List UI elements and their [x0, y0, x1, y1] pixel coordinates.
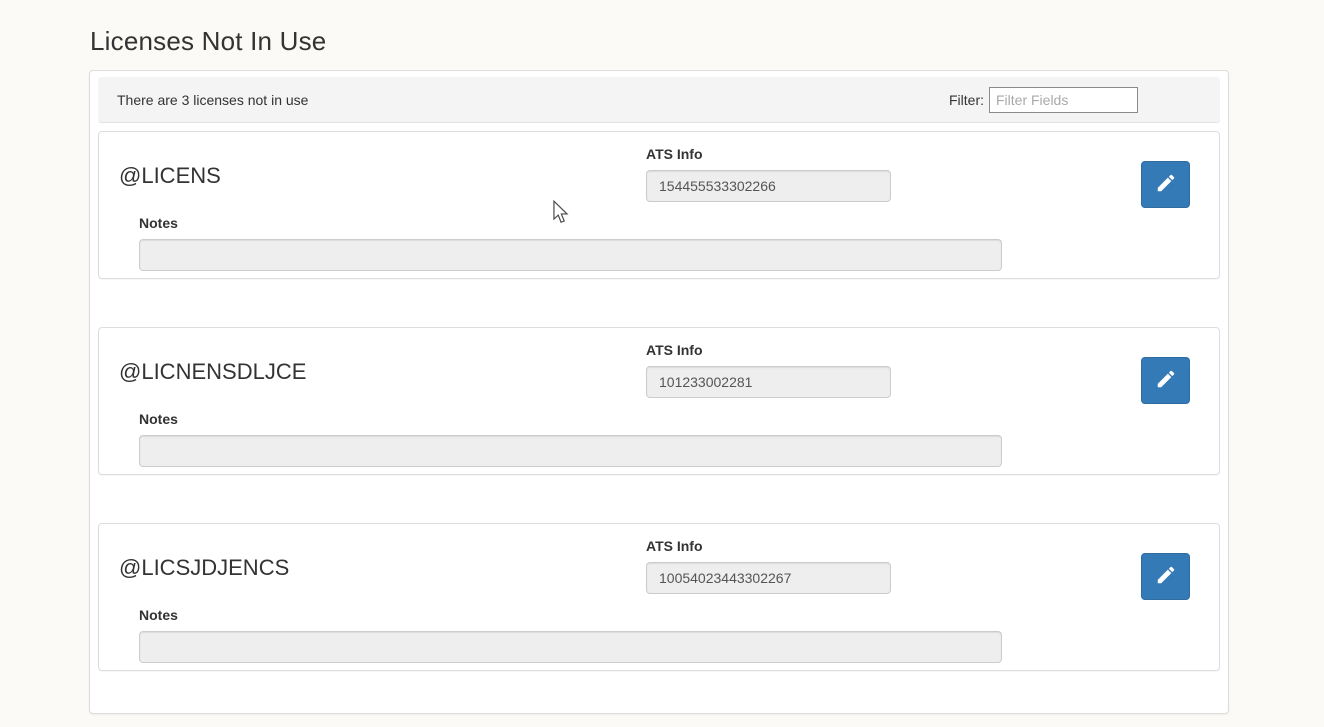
page-title: Licenses Not In Use	[90, 26, 1324, 57]
ats-info-group: ATS Info	[646, 146, 891, 202]
license-name: @LICENS	[119, 163, 221, 189]
edit-license-button[interactable]	[1141, 357, 1190, 404]
pencil-icon	[1155, 172, 1177, 197]
license-name: @LICSJDJENCS	[119, 555, 289, 581]
notes-group: Notes	[139, 411, 1002, 467]
license-card: @LICENS ATS Info Notes	[98, 131, 1220, 279]
notes-input[interactable]	[139, 239, 1002, 271]
notes-group: Notes	[139, 607, 1002, 663]
license-card: @LICSJDJENCS ATS Info Notes	[98, 523, 1220, 671]
ats-info-input[interactable]	[646, 366, 891, 398]
notes-input[interactable]	[139, 631, 1002, 663]
ats-info-label: ATS Info	[646, 342, 891, 358]
licenses-count-summary: There are 3 licenses not in use	[117, 92, 308, 108]
filter-label: Filter:	[949, 92, 984, 108]
license-name: @LICNENSDLJCE	[119, 359, 306, 385]
ats-info-label: ATS Info	[646, 538, 891, 554]
edit-license-button[interactable]	[1141, 161, 1190, 208]
licenses-panel: There are 3 licenses not in use Filter: …	[89, 70, 1229, 714]
notes-label: Notes	[139, 215, 1002, 231]
notes-input[interactable]	[139, 435, 1002, 467]
filter-group: Filter:	[949, 87, 1138, 113]
filter-input[interactable]	[989, 87, 1138, 113]
ats-info-label: ATS Info	[646, 146, 891, 162]
edit-license-button[interactable]	[1141, 553, 1190, 600]
pencil-icon	[1155, 564, 1177, 589]
panel-heading: There are 3 licenses not in use Filter:	[98, 77, 1220, 123]
ats-info-input[interactable]	[646, 562, 891, 594]
ats-info-group: ATS Info	[646, 342, 891, 398]
pencil-icon	[1155, 368, 1177, 393]
ats-info-group: ATS Info	[646, 538, 891, 594]
notes-label: Notes	[139, 607, 1002, 623]
license-card: @LICNENSDLJCE ATS Info Notes	[98, 327, 1220, 475]
notes-group: Notes	[139, 215, 1002, 271]
notes-label: Notes	[139, 411, 1002, 427]
ats-info-input[interactable]	[646, 170, 891, 202]
